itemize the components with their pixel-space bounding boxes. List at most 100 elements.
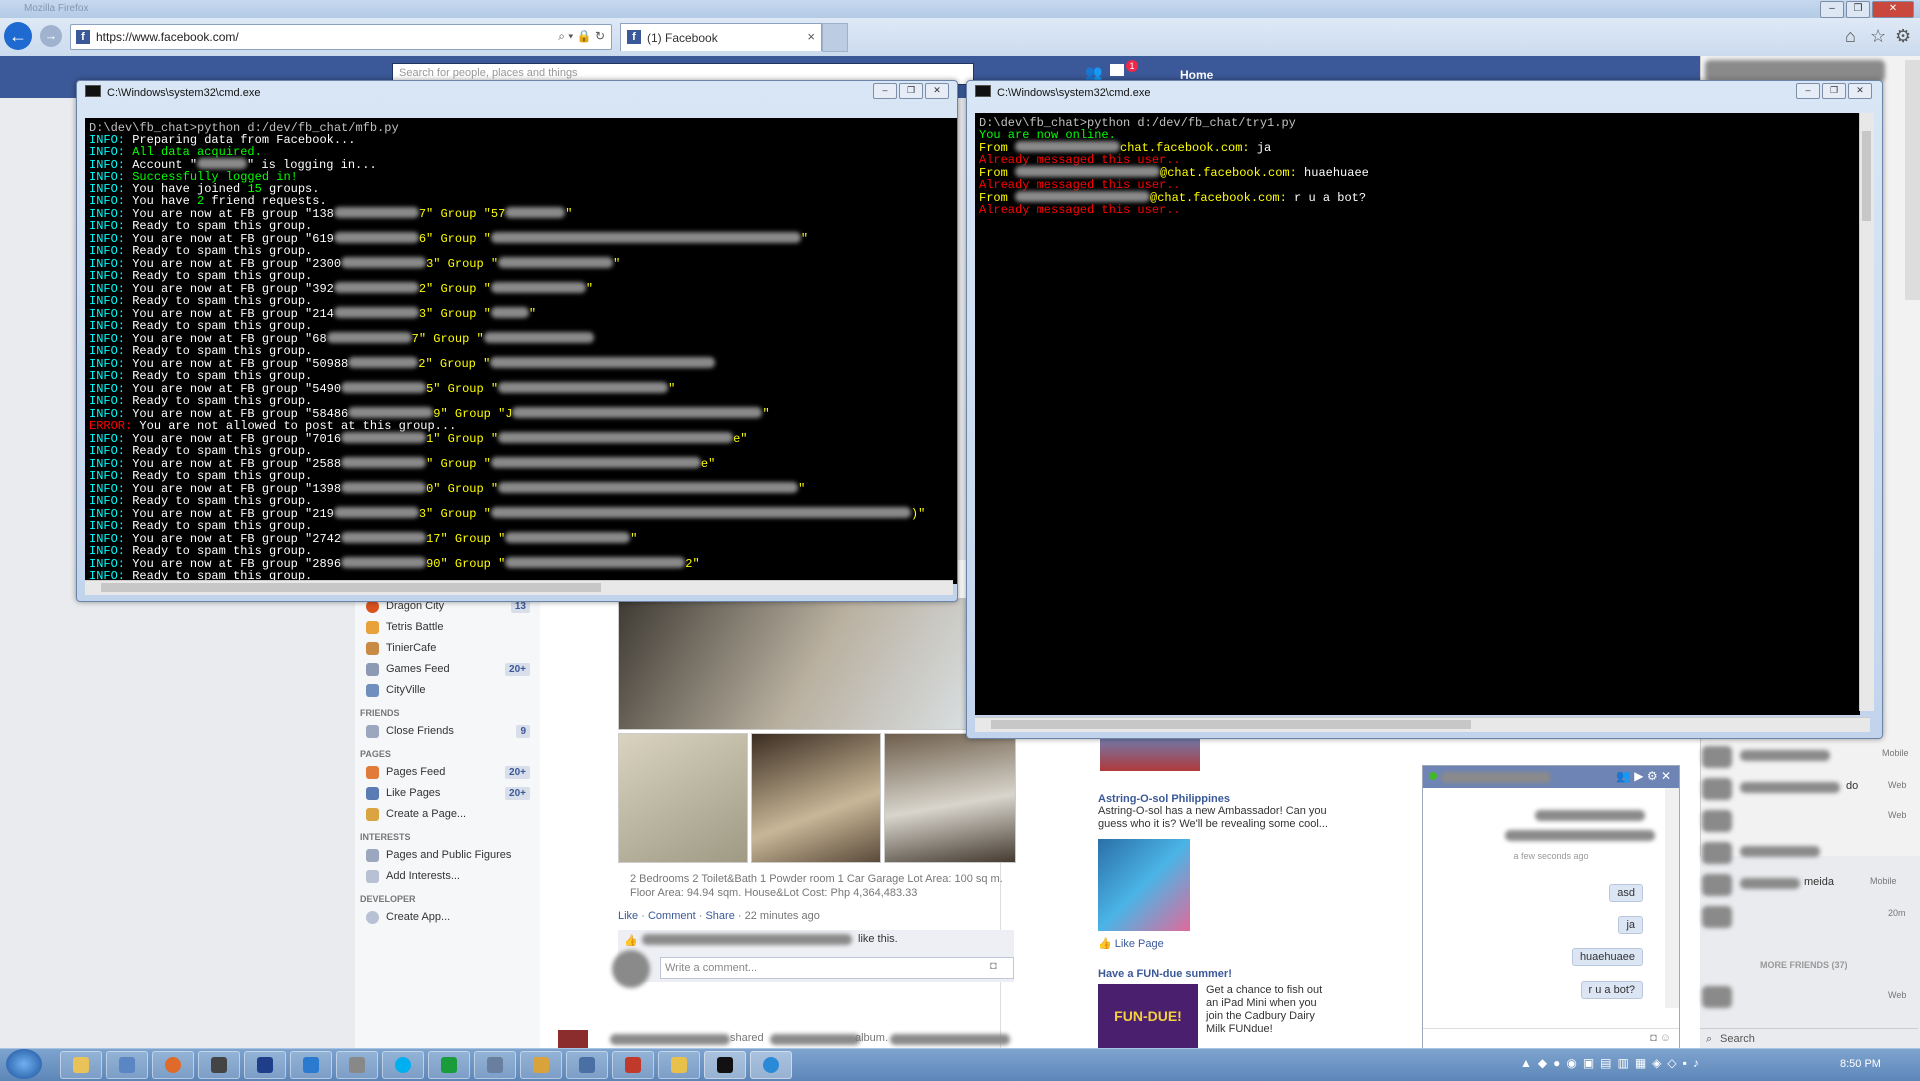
chat-scrollbar[interactable] <box>1665 788 1679 1008</box>
minimize-button[interactable]: – <box>873 83 897 99</box>
redacted-text <box>490 282 586 293</box>
minimize-button[interactable]: – <box>1820 1 1844 18</box>
comment-link[interactable]: Comment <box>648 910 696 922</box>
taskbar-app[interactable] <box>428 1051 470 1079</box>
chat-header[interactable]: 👥 ▶ ⚙ ✕ <box>1423 766 1679 788</box>
cmd-horizontal-scrollbar[interactable] <box>975 717 1870 732</box>
taskbar-app[interactable] <box>290 1051 332 1079</box>
redacted-text <box>333 232 419 243</box>
sidebar-item-tetris-battle[interactable]: Tetris Battle <box>358 617 538 638</box>
more-friends-heading[interactable]: MORE FRIENDS (37) <box>1760 960 1848 970</box>
taskbar-ie[interactable] <box>750 1051 792 1079</box>
sidebar-item-close-friends[interactable]: Close Friends 9 <box>358 721 538 742</box>
scroll-thumb[interactable] <box>1862 131 1871 221</box>
chat-controls-icon[interactable]: 👥 ▶ ⚙ ✕ <box>1616 769 1671 783</box>
cmd-window-left[interactable]: C:\Windows\system32\cmd.exe – ❐ ✕ D:\dev\f… <box>76 80 958 602</box>
cmd-horizontal-scrollbar[interactable] <box>85 580 953 595</box>
tab-facebook[interactable]: f (1) Facebook × <box>620 23 822 51</box>
scroll-thumb[interactable] <box>101 583 601 592</box>
friend-row[interactable]: Web <box>1700 980 1910 1012</box>
post-photo-livingroom[interactable] <box>618 598 970 730</box>
friend-row[interactable]: 20m <box>1700 900 1910 932</box>
start-button[interactable] <box>6 1049 42 1079</box>
cmd-console-output[interactable]: D:\dev\fb_chat>python d:/dev/fb_chat/mfb… <box>85 118 957 584</box>
friend-row[interactable] <box>1700 836 1910 868</box>
messages-icon[interactable] <box>1110 64 1124 76</box>
back-button[interactable]: ← <box>4 22 32 50</box>
console-line: ERROR: You are not allowed to post at th… <box>89 420 957 432</box>
tab-close-icon[interactable]: × <box>807 29 815 44</box>
taskbar-explorer[interactable] <box>60 1051 102 1079</box>
favorites-star-icon[interactable]: ☆ <box>1870 26 1886 47</box>
friend-row[interactable]: do Web <box>1700 772 1910 804</box>
taskbar-skype[interactable] <box>382 1051 424 1079</box>
chat-camera-emoji-icon[interactable]: ◘ ☺ <box>1650 1032 1671 1044</box>
close-button[interactable]: ✕ <box>1848 83 1872 99</box>
post-timestamp: 22 minutes ago <box>744 910 820 922</box>
post-photo-bedroom[interactable] <box>884 733 1016 863</box>
search-icon: ⌕ <box>1706 1033 1713 1045</box>
share-link[interactable]: Share <box>705 910 734 922</box>
friend-row[interactable]: meida Mobile <box>1700 868 1910 900</box>
new-tab-button[interactable] <box>822 23 848 52</box>
system-tray-icons[interactable]: ▲◆●◉▣▤▥▦◈◇▪♪ <box>1520 1056 1705 1070</box>
home-icon[interactable]: ⌂ <box>1845 26 1856 47</box>
address-controls-icon[interactable]: ⌕ ▾ 🔒 ↻ <box>558 29 605 44</box>
post-photo-bathroom[interactable] <box>618 733 748 863</box>
taskbar-cmd[interactable] <box>704 1051 746 1079</box>
cmd-vertical-scrollbar[interactable] <box>1859 113 1874 711</box>
close-button[interactable]: ✕ <box>925 83 949 99</box>
close-friends-icon <box>366 725 379 738</box>
maximize-button[interactable]: ❐ <box>899 83 923 99</box>
ad-image-top[interactable] <box>1100 735 1200 771</box>
sidebar-item-add-interests[interactable]: Add Interests... <box>358 866 538 887</box>
cmd-console-output[interactable]: D:\dev\fb_chat>python d:/dev/fb_chat/try… <box>975 113 1860 715</box>
taskbar-app[interactable] <box>520 1051 562 1079</box>
taskbar-app[interactable] <box>244 1051 286 1079</box>
sidebar-item-tiniercafe[interactable]: TinierCafe <box>358 638 538 659</box>
friend-row[interactable]: Web <box>1700 804 1910 836</box>
sidebar-item-cityville[interactable]: CityVille <box>358 680 538 701</box>
console-text: INFO: <box>89 519 126 533</box>
scroll-thumb[interactable] <box>991 720 1471 729</box>
comment-input[interactable]: Write a comment... <box>660 957 1014 979</box>
taskbar-app[interactable] <box>658 1051 700 1079</box>
sidebar-item-pages-public-figures[interactable]: Pages and Public Figures <box>358 845 538 866</box>
address-bar[interactable]: f https://www.facebook.com/ ⌕ ▾ 🔒 ↻ <box>70 24 612 50</box>
sidebar-item-games-feed[interactable]: Games Feed 20+ <box>358 659 538 680</box>
friend-requests-icon[interactable]: 👥 <box>1085 64 1102 81</box>
ad-title[interactable]: Astring-O-sol Philippines <box>1098 793 1334 805</box>
taskbar-app[interactable] <box>612 1051 654 1079</box>
taskbar-app[interactable] <box>474 1051 516 1079</box>
console-text: Already messaged this user.. <box>979 203 1181 217</box>
taskbar-clock[interactable]: 8:50 PM <box>1840 1058 1881 1070</box>
post-photo-window[interactable] <box>751 733 881 863</box>
taskbar-app[interactable] <box>336 1051 378 1079</box>
console-text: " Group " <box>426 457 491 471</box>
forward-button[interactable]: → <box>40 25 62 47</box>
sidebar-item-like-pages[interactable]: Like Pages 20+ <box>358 783 538 804</box>
ad-title[interactable]: Have a FUN-due summer! <box>1098 968 1334 980</box>
ad-image-astringosol[interactable] <box>1098 839 1190 931</box>
ad-image-fundue[interactable]: FUN-DUE! <box>1098 984 1198 1048</box>
friend-row[interactable]: Mobile <box>1700 740 1910 772</box>
sidebar-item-pages-feed[interactable]: Pages Feed 20+ <box>358 762 538 783</box>
sidebar-item-create-app[interactable]: Create App... <box>358 907 538 928</box>
taskbar-app[interactable] <box>198 1051 240 1079</box>
camera-icon[interactable]: ◘ <box>990 960 997 972</box>
taskbar-app[interactable] <box>106 1051 148 1079</box>
taskbar-app[interactable] <box>566 1051 608 1079</box>
like-page-link[interactable]: 👍 Like Page <box>1098 937 1334 950</box>
redacted-text <box>483 332 594 343</box>
sidebar-item-create-page[interactable]: Create a Page... <box>358 804 538 825</box>
settings-gear-icon[interactable]: ⚙ <box>1895 26 1911 47</box>
cmd-window-right[interactable]: C:\Windows\system32\cmd.exe – ❐ ✕ D:\dev\f… <box>966 80 1883 739</box>
close-button[interactable]: ✕ <box>1872 1 1914 18</box>
redacted-text <box>498 382 669 393</box>
like-link[interactable]: Like <box>618 910 638 922</box>
maximize-button[interactable]: ❐ <box>1846 1 1870 18</box>
page-scrollbar[interactable] <box>1905 60 1920 300</box>
maximize-button[interactable]: ❐ <box>1822 83 1846 99</box>
minimize-button[interactable]: – <box>1796 83 1820 99</box>
taskbar-firefox[interactable] <box>152 1051 194 1079</box>
